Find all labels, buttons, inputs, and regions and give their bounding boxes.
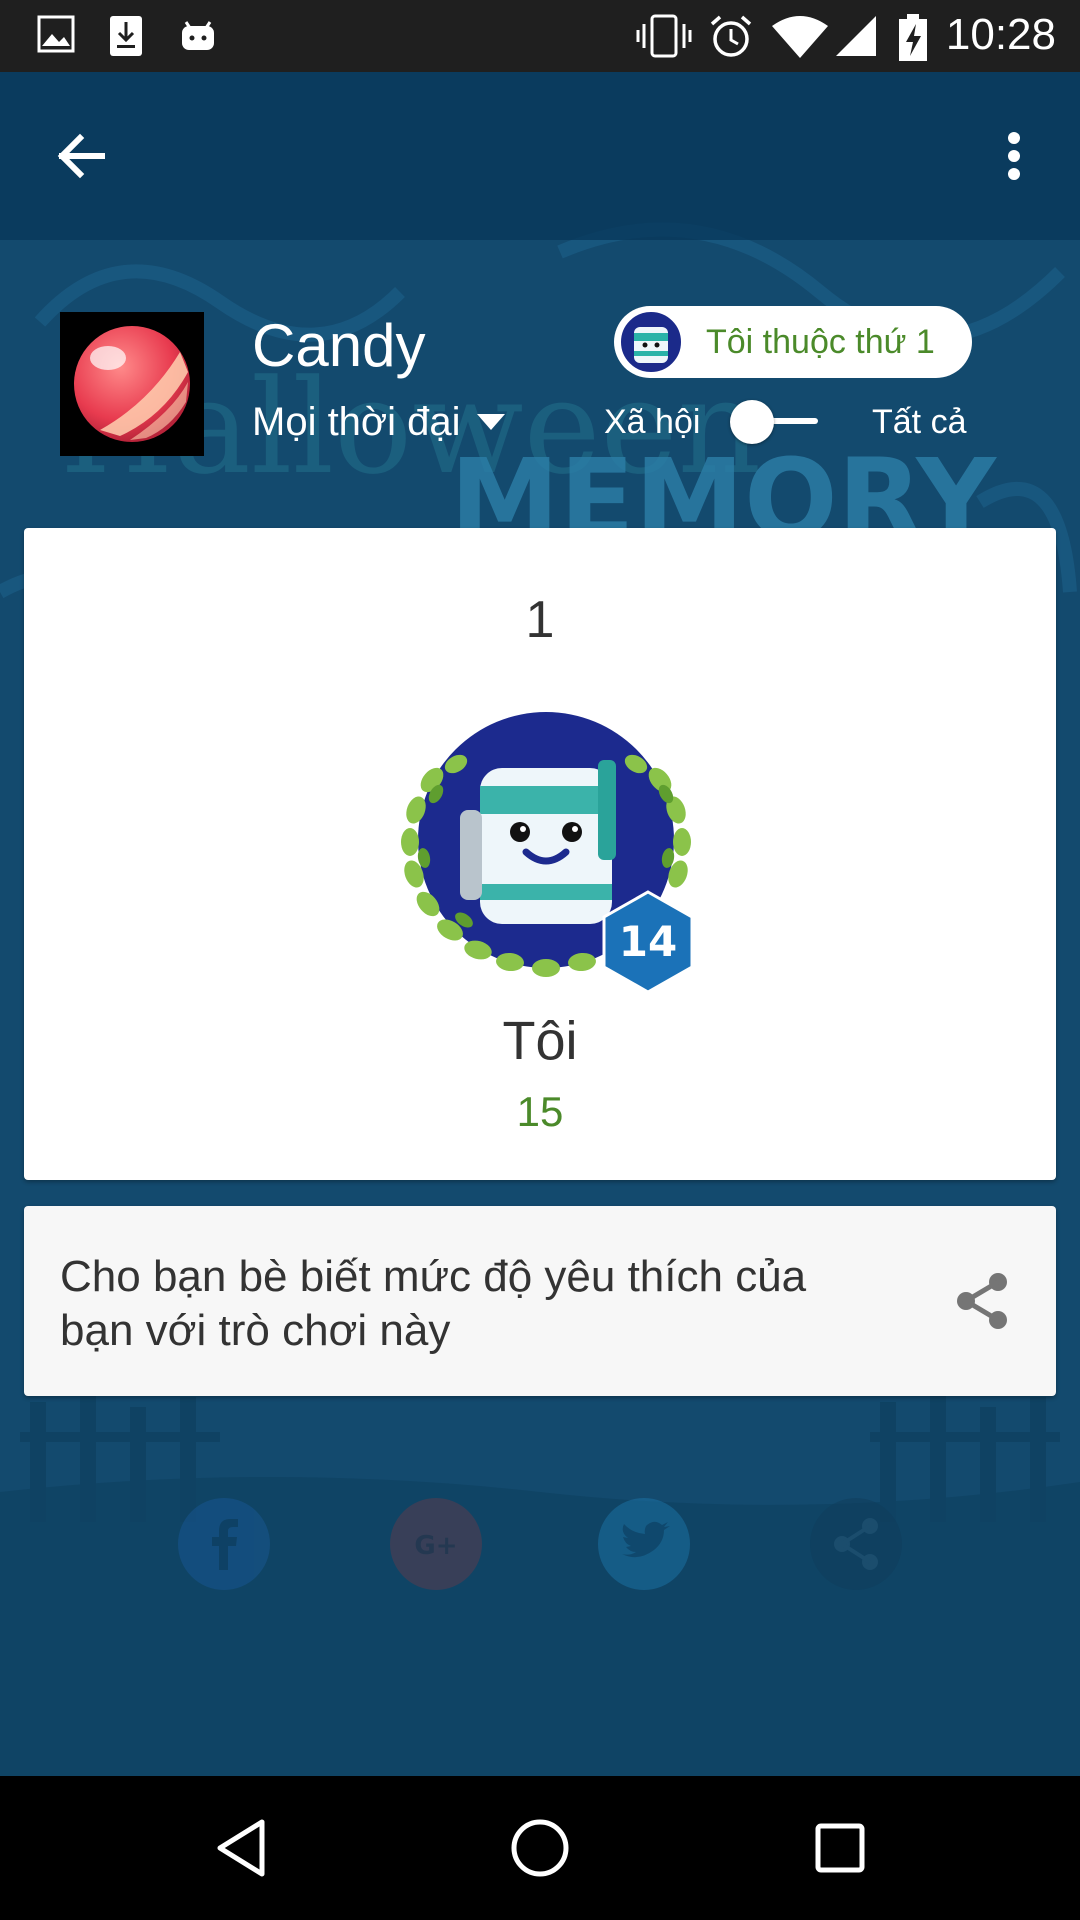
game-title: Candy — [252, 312, 426, 379]
share-icon[interactable] — [948, 1266, 1018, 1336]
rank-pill[interactable]: Tôi thuộc thứ 1 — [614, 306, 972, 378]
rank-number: 1 — [525, 591, 555, 649]
game-icon — [60, 312, 204, 456]
nav-recents-icon[interactable] — [804, 1812, 876, 1884]
time-filter-label: Mọi thời đại — [252, 400, 461, 444]
scope-social-label: Xã hội — [604, 403, 701, 441]
nav-home-icon[interactable] — [504, 1812, 576, 1884]
vibrate-icon — [636, 14, 692, 58]
level-badge-text: 14 — [619, 917, 677, 966]
player-name: Tôi — [502, 1011, 578, 1071]
level-badge: 14 — [602, 890, 694, 994]
facebook-icon — [178, 1498, 270, 1590]
battery-charging-icon — [899, 14, 927, 61]
status-time: 10:28 — [945, 10, 1056, 59]
svg-text:G+: G+ — [414, 1531, 457, 1561]
wifi-icon — [772, 16, 828, 58]
player-score: 15 — [516, 1088, 564, 1135]
toolbar — [0, 72, 1080, 240]
share-prompt-text: Cho bạn bè biết mức độ yêu thích của bạn… — [60, 1252, 807, 1355]
android-icon — [182, 21, 214, 50]
status-bar: 10:28 — [0, 0, 1080, 72]
alarm-icon — [710, 15, 752, 57]
time-filter-dropdown[interactable]: Mọi thời đại — [252, 398, 505, 446]
dropdown-arrow-icon — [476, 414, 505, 430]
candy-icon — [74, 326, 190, 442]
share-card[interactable]: Cho bạn bè biết mức độ yêu thích của bạn… — [24, 1206, 1056, 1396]
signal-icon — [836, 16, 876, 56]
google-plus-icon: G+ — [390, 1498, 482, 1590]
image-icon — [37, 15, 75, 53]
share-icon — [810, 1498, 902, 1590]
player-avatar-icon — [619, 310, 683, 374]
rank-card[interactable]: 1 14 Tôi 15 — [24, 528, 1056, 1180]
twitter-icon — [598, 1498, 690, 1590]
nav-back-icon[interactable] — [206, 1812, 278, 1884]
arrow-back-icon[interactable] — [48, 120, 120, 192]
download-icon — [110, 16, 142, 56]
toggle-thumb[interactable] — [730, 400, 774, 444]
navigation-bar — [0, 1776, 1080, 1920]
scope-all-label: Tất cả — [872, 403, 967, 441]
scope-toggle[interactable] — [728, 396, 828, 448]
more-vert-icon[interactable] — [990, 120, 1038, 192]
rank-pill-label: Tôi thuộc thứ 1 — [706, 323, 935, 361]
